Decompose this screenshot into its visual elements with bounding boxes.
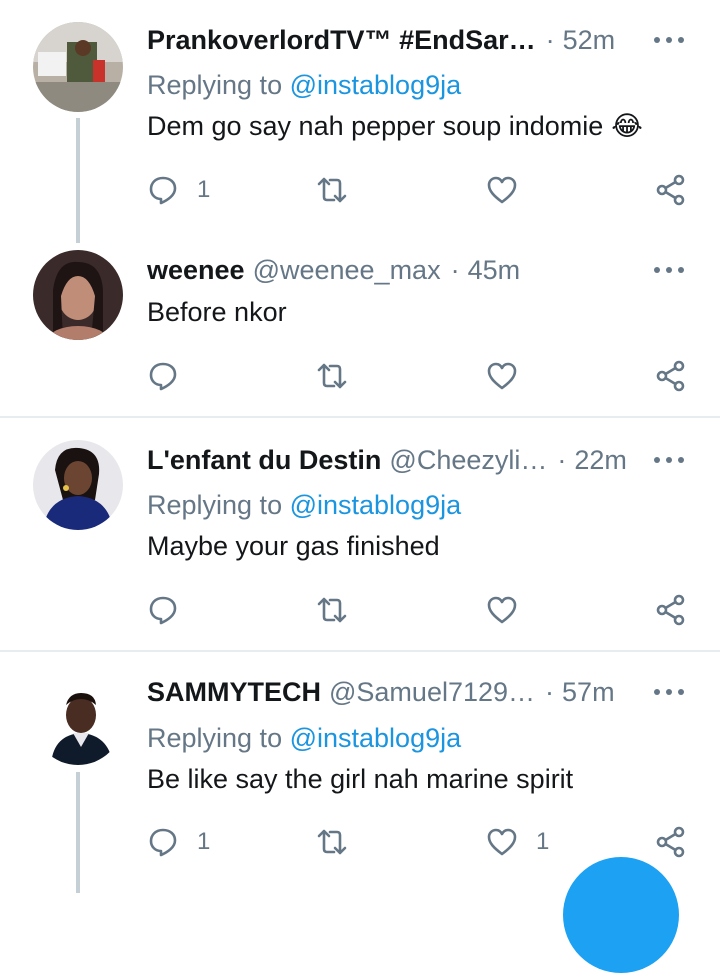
avatar[interactable] (33, 440, 123, 530)
display-name[interactable]: PrankoverlordTV™ #EndSar… (147, 25, 536, 56)
tweet-text: Before nkor (147, 297, 287, 328)
replying-to: Replying to @instablog9ja (147, 490, 461, 521)
laughing-emoji-icon: 😂 (611, 111, 643, 141)
tweet-header: PrankoverlordTV™ #EndSar… · 52m (147, 20, 615, 60)
thread-line (76, 772, 80, 893)
timestamp[interactable]: 52m (563, 25, 616, 56)
replying-prefix: Replying to (147, 70, 290, 100)
tweet-1[interactable]: PrankoverlordTV™ #EndSar… · 52m Replying… (0, 20, 720, 243)
tweet-header: SAMMYTECH @Samuel7129… · 57m (147, 672, 615, 712)
display-name[interactable]: L'enfant du Destin (147, 445, 381, 476)
handle[interactable]: @Samuel7129… (329, 677, 535, 708)
tweet-text: Maybe your gas finished (147, 531, 440, 562)
more-icon[interactable] (652, 260, 686, 280)
share-button[interactable] (655, 592, 687, 628)
reply-count: 1 (197, 176, 211, 203)
like-button[interactable] (486, 592, 536, 628)
retweet-button[interactable] (316, 824, 366, 860)
tweet-header: L'enfant du Destin @Cheezyli… · 22m (147, 440, 627, 480)
tweet-text-content: Dem go say nah pepper soup indomie (147, 111, 604, 141)
replying-to: Replying to @instablog9ja (147, 70, 461, 101)
like-icon (487, 828, 517, 856)
tweet-divider (0, 416, 720, 418)
timestamp[interactable]: 57m (562, 677, 615, 708)
reply-icon (149, 176, 177, 205)
compose-button[interactable] (563, 857, 679, 973)
share-icon (656, 826, 685, 858)
avatar[interactable] (33, 675, 123, 765)
replying-prefix: Replying to (147, 490, 290, 520)
separator-dot: · (450, 254, 460, 285)
share-button[interactable] (655, 358, 687, 394)
tweet-text: Dem go say nah pepper soup indomie 😂 (147, 111, 643, 142)
share-button[interactable] (655, 824, 687, 860)
separator-dot: · (545, 24, 555, 55)
replying-to: Replying to @instablog9ja (147, 723, 461, 754)
reply-icon (149, 828, 177, 857)
tweet-text: Be like say the girl nah marine spirit (147, 764, 573, 795)
reply-icon (149, 362, 177, 391)
retweet-button[interactable] (316, 172, 366, 208)
avatar[interactable] (33, 250, 123, 340)
separator-dot: · (545, 676, 555, 707)
like-button[interactable] (486, 358, 536, 394)
thread-line (76, 118, 80, 243)
display-name[interactable]: weenee (147, 255, 245, 286)
mention-link[interactable]: @instablog9ja (290, 490, 462, 520)
share-button[interactable] (655, 172, 687, 208)
tweet-header: weenee @weenee_max · 45m (147, 250, 520, 290)
handle[interactable]: @Cheezyli… (389, 445, 547, 476)
reply-button[interactable] (147, 592, 197, 628)
retweet-icon (317, 829, 347, 855)
mention-link[interactable]: @instablog9ja (290, 70, 462, 100)
more-icon[interactable] (652, 30, 686, 50)
tweet-text-content: Be like say the girl nah marine spirit (147, 764, 574, 794)
share-icon (656, 174, 685, 206)
reply-button[interactable] (147, 358, 197, 394)
tweet-text-content: Before nkor (147, 297, 287, 327)
reply-count: 1 (197, 828, 211, 855)
share-icon (656, 360, 685, 392)
mention-link[interactable]: @instablog9ja (290, 723, 462, 753)
more-icon[interactable] (652, 450, 686, 470)
retweet-button[interactable] (316, 358, 366, 394)
retweet-icon (317, 597, 347, 623)
avatar[interactable] (33, 22, 123, 112)
like-icon (487, 176, 517, 204)
like-icon (487, 362, 517, 390)
like-button[interactable]: 1 (486, 824, 549, 860)
replying-prefix: Replying to (147, 723, 290, 753)
tweet-2[interactable]: weenee @weenee_max · 45m Before nkor (0, 250, 720, 410)
like-button[interactable] (486, 172, 536, 208)
retweet-button[interactable] (316, 592, 366, 628)
retweet-icon (317, 363, 347, 389)
like-icon (487, 596, 517, 624)
share-icon (656, 594, 685, 626)
more-icon[interactable] (652, 682, 686, 702)
reply-icon (149, 596, 177, 625)
timestamp[interactable]: 45m (468, 255, 521, 286)
retweet-icon (317, 177, 347, 203)
separator-dot: · (557, 444, 567, 475)
tweet-3[interactable]: L'enfant du Destin @Cheezyli… · 22m Repl… (0, 440, 720, 640)
timestamp[interactable]: 22m (574, 445, 627, 476)
tweet-divider (0, 650, 720, 652)
handle[interactable]: @weenee_max (253, 255, 441, 286)
reply-button[interactable]: 1 (147, 824, 210, 860)
tweet-text-content: Maybe your gas finished (147, 531, 440, 561)
like-count: 1 (536, 828, 550, 855)
reply-button[interactable]: 1 (147, 172, 210, 208)
display-name[interactable]: SAMMYTECH (147, 677, 321, 708)
